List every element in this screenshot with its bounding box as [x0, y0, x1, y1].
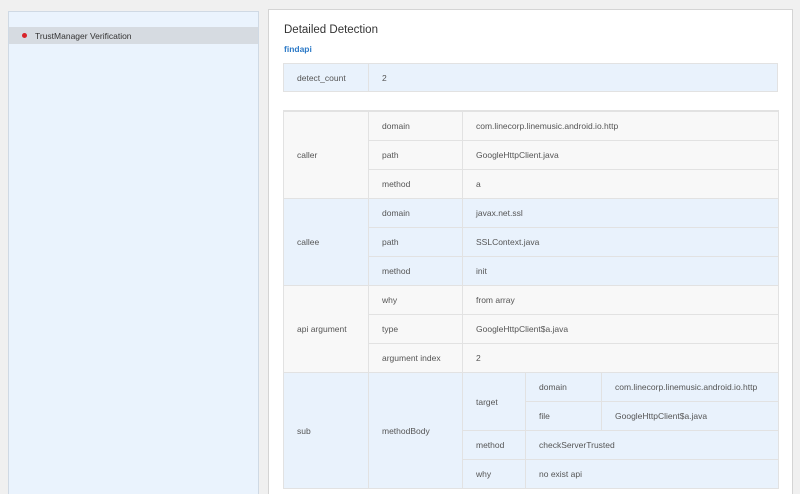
target-domain-key: domain — [525, 372, 602, 402]
caller-method-key: method — [368, 169, 463, 199]
method-body-label: methodBody — [368, 372, 463, 489]
caller-domain-key: domain — [368, 111, 463, 141]
sub-label: sub — [283, 372, 369, 489]
caller-method-value: a — [462, 169, 779, 199]
sidebar: TrustManager Verification — [8, 11, 259, 494]
target-file-value: GoogleHttpClient$a.java — [601, 401, 779, 431]
detail-panel: Detailed Detection findapi detect_count … — [268, 9, 793, 494]
callee-path-key: path — [368, 227, 463, 257]
detect-count-table: detect_count 2 — [283, 63, 778, 92]
sub-why-value: no exist api — [525, 459, 779, 489]
api-argument-why-value: from array — [462, 285, 779, 315]
api-argument-index-value: 2 — [462, 343, 779, 373]
sidebar-item-label: TrustManager Verification — [35, 30, 132, 41]
sub-method-value: checkServerTrusted — [525, 430, 779, 460]
api-argument-index-key: argument index — [368, 343, 463, 373]
table-row: callee domain javax.net.ssl — [283, 198, 779, 286]
api-argument-type-key: type — [368, 314, 463, 344]
target-domain-value: com.linecorp.linemusic.android.io.http — [601, 372, 779, 402]
table-row: sub methodBody target domain com.linecor… — [283, 372, 779, 489]
caller-path-value: GoogleHttpClient.java — [462, 140, 779, 170]
api-argument-why-key: why — [368, 285, 463, 315]
red-bullet-icon — [22, 33, 27, 38]
sub-method-key: method — [462, 430, 526, 460]
caller-domain-value: com.linecorp.linemusic.android.io.http — [462, 111, 779, 141]
callee-label: callee — [283, 198, 369, 286]
table-row: detect_count 2 — [283, 63, 778, 92]
caller-label: caller — [283, 111, 369, 199]
page-title: Detailed Detection — [284, 24, 378, 36]
table-row: api argument why from array — [283, 285, 779, 373]
target-label: target — [462, 372, 526, 431]
sidebar-item-trustmanager-verification[interactable]: TrustManager Verification — [9, 27, 258, 44]
callee-method-value: init — [462, 256, 779, 286]
detect-count-label: detect_count — [283, 63, 369, 92]
detect-count-value: 2 — [368, 63, 778, 92]
caller-path-key: path — [368, 140, 463, 170]
callee-method-key: method — [368, 256, 463, 286]
target-file-key: file — [525, 401, 602, 431]
callee-domain-key: domain — [368, 198, 463, 228]
callee-path-value: SSLContext.java — [462, 227, 779, 257]
api-argument-label: api argument — [283, 285, 369, 373]
api-argument-type-value: GoogleHttpClient$a.java — [462, 314, 779, 344]
table-row: caller domain com.linecorp.linemusic.and… — [283, 111, 779, 199]
findapi-link[interactable]: findapi — [284, 44, 312, 54]
sub-why-key: why — [462, 459, 526, 489]
detail-table: caller domain com.linecorp.linemusic.and… — [283, 110, 779, 489]
callee-domain-value: javax.net.ssl — [462, 198, 779, 228]
